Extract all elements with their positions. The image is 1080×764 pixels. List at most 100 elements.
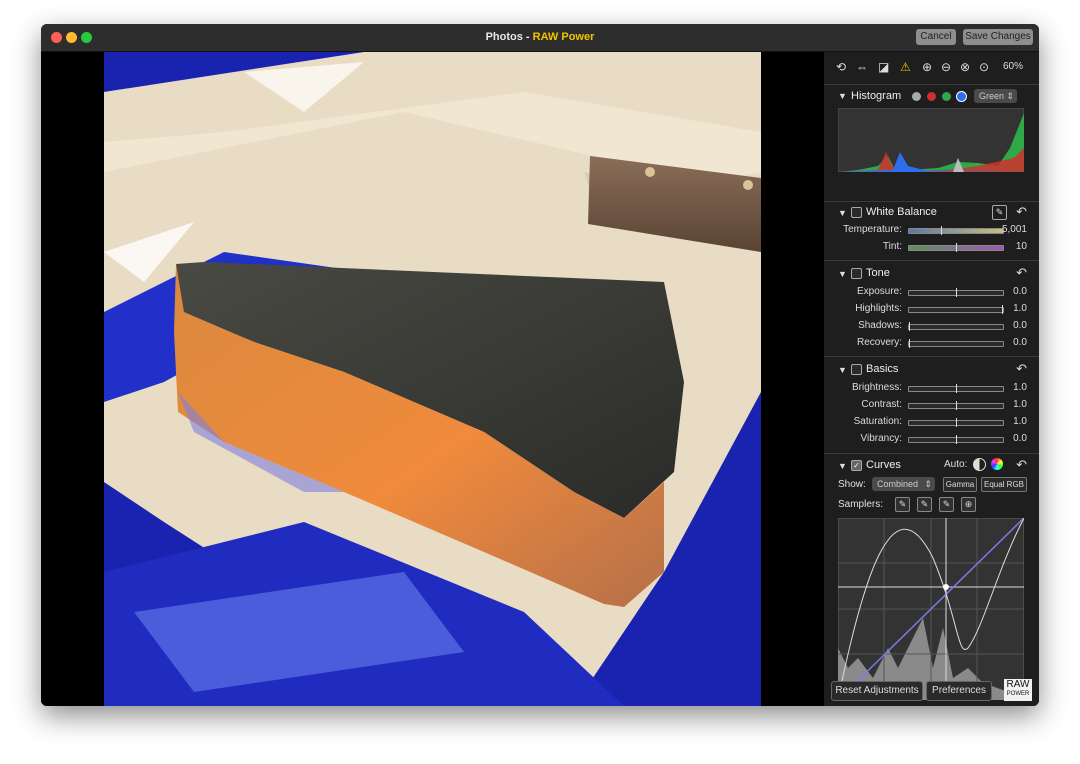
image-canvas[interactable] bbox=[41, 52, 824, 706]
exposure-slider-knob[interactable] bbox=[956, 288, 957, 297]
tint-label: Tint: bbox=[882, 241, 902, 252]
white-balance-title: White Balance bbox=[866, 206, 937, 218]
title-app-name: RAW Power bbox=[532, 31, 595, 43]
highlights-value: 1.0 bbox=[1013, 303, 1027, 314]
divider bbox=[824, 453, 1039, 454]
panel-toolbar: ⟲ ⇔ ◪ ⚠ ⊕ ⊖ ⊗ ⊙ 60% bbox=[824, 60, 1039, 76]
contrast-slider[interactable] bbox=[908, 401, 1004, 410]
save-changes-button[interactable]: Save Changes bbox=[963, 29, 1033, 45]
edited-photo bbox=[104, 52, 761, 706]
zoom-fit-icon[interactable]: ⊗ bbox=[960, 60, 970, 74]
basics-section: ▼ Basics ↶ Brightness: 1.0 Contrast: 1.0… bbox=[824, 360, 1039, 450]
eyedropper-icon[interactable]: ✎ bbox=[992, 205, 1007, 220]
black-point-sampler-icon[interactable]: ✎ bbox=[895, 497, 910, 512]
histogram-section: ▼ Histogram Green ⇕ bbox=[824, 86, 1039, 198]
vibrancy-slider[interactable] bbox=[908, 435, 1004, 444]
target-sampler-icon[interactable]: ⊕ bbox=[961, 497, 976, 512]
divider bbox=[824, 356, 1039, 357]
exposure-slider[interactable] bbox=[908, 288, 1004, 297]
basics-title: Basics bbox=[866, 363, 899, 375]
zoom-level: 60% bbox=[1002, 61, 1023, 72]
contrast-slider-knob[interactable] bbox=[956, 401, 957, 410]
tone-checkbox[interactable] bbox=[851, 268, 862, 279]
gamma-button[interactable]: Gamma bbox=[943, 477, 977, 492]
exposure-value: 0.0 bbox=[1013, 286, 1027, 297]
blue-channel-dot[interactable] bbox=[956, 91, 967, 102]
zoom-out-icon[interactable]: ⊖ bbox=[941, 60, 951, 74]
samplers-label: Samplers: bbox=[838, 499, 884, 510]
brightness-slider[interactable] bbox=[908, 384, 1004, 393]
histogram-channel-value: Green bbox=[979, 91, 1005, 101]
white-balance-checkbox[interactable] bbox=[851, 207, 862, 218]
vibrancy-slider-knob[interactable] bbox=[956, 435, 957, 444]
samplers-group: ✎ ✎ ✎ ⊕ bbox=[895, 497, 1005, 512]
disclosure-triangle-icon[interactable]: ▼ bbox=[838, 269, 847, 279]
curves-title: Curves bbox=[866, 459, 901, 471]
highlights-slider-knob[interactable] bbox=[1002, 305, 1003, 314]
histogram-graph bbox=[838, 108, 1024, 172]
zoom-100-icon[interactable]: ⊙ bbox=[979, 60, 989, 74]
preferences-button[interactable]: Preferences bbox=[926, 681, 992, 701]
contrast-value: 1.0 bbox=[1013, 399, 1027, 410]
contrast-label: Contrast: bbox=[861, 399, 902, 410]
curves-checkbox[interactable]: ✓ bbox=[851, 460, 862, 471]
title-prefix: Photos - bbox=[485, 31, 533, 43]
flip-icon[interactable]: ⇔ bbox=[856, 60, 868, 74]
green-channel-dot[interactable] bbox=[942, 92, 951, 101]
temperature-value: 5,001 bbox=[1001, 224, 1027, 235]
reset-curves-icon[interactable]: ↶ bbox=[1016, 457, 1027, 473]
chevron-updown-icon: ⇕ bbox=[924, 479, 932, 489]
exposure-label: Exposure: bbox=[856, 286, 902, 297]
app-window: Photos - RAW Power Cancel Save Changes ⟲… bbox=[41, 24, 1039, 706]
white-balance-section: ▼ White Balance ✎ ↶ Temperature: 5,001 T… bbox=[824, 203, 1039, 259]
reset-white-balance-icon[interactable]: ↶ bbox=[1016, 204, 1027, 220]
disclosure-triangle-icon[interactable]: ▼ bbox=[838, 208, 847, 218]
curves-section: ▼ ✓ Curves Auto: ↶ Show: Combined ⇕ Gamma… bbox=[824, 456, 1039, 700]
temperature-slider[interactable] bbox=[908, 226, 1004, 235]
curves-show-select[interactable]: Combined ⇕ bbox=[872, 477, 935, 491]
saturation-slider[interactable] bbox=[908, 418, 1004, 427]
window-title: Photos - RAW Power bbox=[41, 31, 1039, 43]
highlights-slider[interactable] bbox=[908, 305, 1004, 314]
red-channel-dot[interactable] bbox=[927, 92, 936, 101]
disclosure-triangle-icon[interactable]: ▼ bbox=[838, 365, 847, 375]
luminance-channel-dot[interactable] bbox=[912, 92, 921, 101]
temperature-slider-knob[interactable] bbox=[941, 226, 942, 235]
recovery-slider-knob[interactable] bbox=[909, 339, 910, 348]
shadows-value: 0.0 bbox=[1013, 320, 1027, 331]
saturation-label: Saturation: bbox=[853, 416, 902, 427]
shadows-label: Shadows: bbox=[858, 320, 902, 331]
basics-checkbox[interactable] bbox=[851, 364, 862, 375]
equal-rgb-button[interactable]: Equal RGB bbox=[981, 477, 1027, 492]
vibrancy-label: Vibrancy: bbox=[860, 433, 902, 444]
zoom-in-icon[interactable]: ⊕ bbox=[922, 60, 932, 74]
highlights-label: Highlights: bbox=[855, 303, 902, 314]
tint-slider-knob[interactable] bbox=[956, 243, 957, 252]
recovery-slider[interactable] bbox=[908, 339, 1004, 348]
curves-show-value: Combined bbox=[877, 479, 919, 489]
warning-icon[interactable]: ⚠ bbox=[900, 60, 911, 74]
chevron-updown-icon: ⇕ bbox=[1006, 91, 1014, 101]
brightness-slider-knob[interactable] bbox=[956, 384, 957, 393]
cancel-button[interactable]: Cancel bbox=[916, 29, 956, 45]
histogram-channel-select[interactable]: Green ⇕ bbox=[974, 89, 1017, 103]
white-point-sampler-icon[interactable]: ✎ bbox=[939, 497, 954, 512]
rotate-icon[interactable]: ⟲ bbox=[836, 60, 846, 74]
logo-bottom-text: POWER bbox=[1006, 691, 1030, 697]
saturation-slider-knob[interactable] bbox=[956, 418, 957, 427]
shadows-slider-knob[interactable] bbox=[909, 322, 910, 331]
recovery-value: 0.0 bbox=[1013, 337, 1027, 348]
crop-icon[interactable]: ◪ bbox=[878, 60, 889, 74]
auto-contrast-icon[interactable] bbox=[973, 458, 986, 471]
shadows-slider[interactable] bbox=[908, 322, 1004, 331]
vibrancy-value: 0.0 bbox=[1013, 433, 1027, 444]
reset-adjustments-button[interactable]: Reset Adjustments bbox=[831, 681, 923, 701]
reset-tone-icon[interactable]: ↶ bbox=[1016, 265, 1027, 281]
gray-point-sampler-icon[interactable]: ✎ bbox=[917, 497, 932, 512]
disclosure-triangle-icon[interactable]: ▼ bbox=[838, 91, 847, 101]
auto-color-icon[interactable] bbox=[991, 458, 1003, 470]
reset-basics-icon[interactable]: ↶ bbox=[1016, 361, 1027, 377]
tint-slider[interactable] bbox=[908, 243, 1004, 252]
disclosure-triangle-icon[interactable]: ▼ bbox=[838, 461, 847, 471]
curves-graph[interactable] bbox=[838, 518, 1024, 700]
